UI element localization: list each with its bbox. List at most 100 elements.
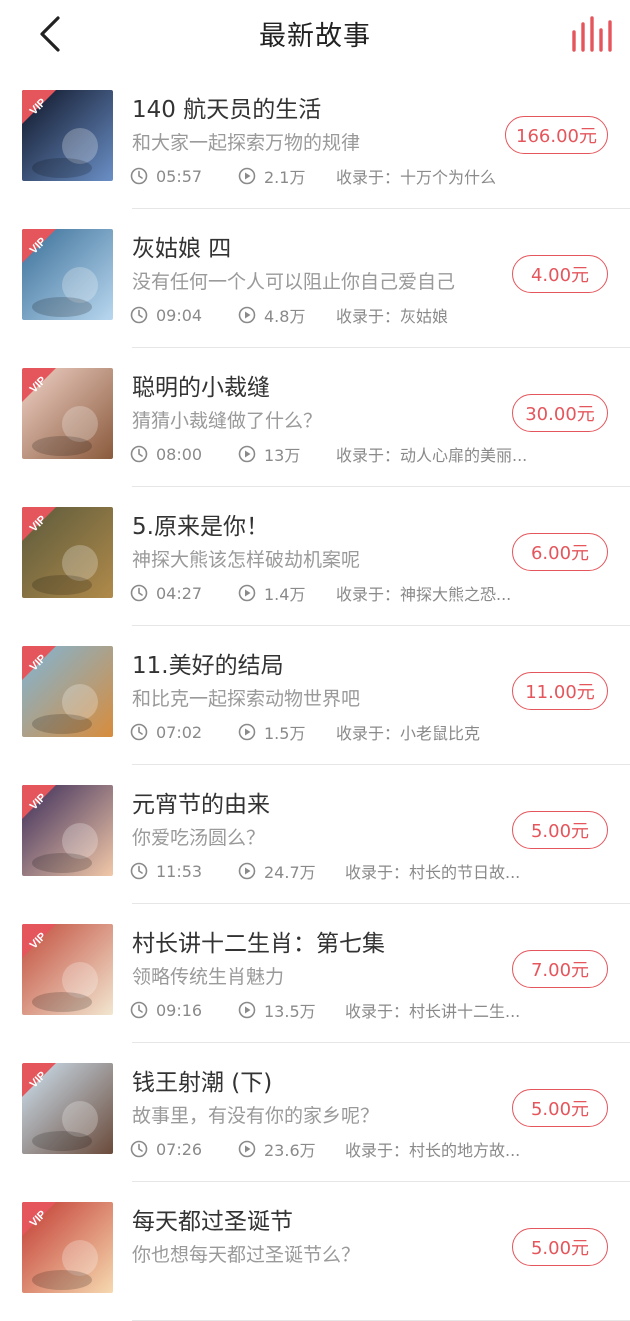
play-count: 24.7万 [238, 860, 316, 882]
story-cover-image: VIP [22, 90, 113, 181]
play-count: 13万 [238, 443, 300, 465]
story-list: VIP 140 航天员的生活 和大家一起探索万物的规律 05:57 2.1万 收 [0, 70, 630, 1321]
duration: 08:00 [130, 443, 202, 465]
price-button[interactable]: 4.00元 [512, 255, 608, 293]
story-title: 钱王射潮 (下) [132, 1070, 273, 1096]
page-title: 最新故事 [259, 21, 371, 52]
clock-icon [130, 862, 148, 880]
story-title: 聪明的小裁缝 [132, 375, 270, 401]
story-subtitle: 故事里，有没有你的家乡呢？ [132, 1105, 380, 1127]
story-subtitle: 你也想每天都过圣诞节么？ [132, 1244, 361, 1266]
duration: 09:16 [130, 999, 202, 1021]
play-count: 4.8万 [238, 304, 305, 326]
price-button[interactable]: 7.00元 [512, 950, 608, 988]
story-title: 村长讲十二生肖：第七集 [132, 931, 385, 957]
story-cover-image: VIP [22, 785, 113, 876]
play-circle-icon [238, 306, 256, 324]
play-circle-icon [238, 1140, 256, 1158]
collection-text[interactable]: 收录于：小老鼠比克 [336, 721, 480, 743]
story-list-item[interactable]: VIP 每天都过圣诞节 你也想每天都过圣诞节么？ 5.00元 [0, 1182, 630, 1321]
duration-text: 05:57 [156, 166, 203, 186]
story-list-item[interactable]: VIP 11.美好的结局 和比克一起探索动物世界吧 07:02 1.5万 收录于 [0, 626, 630, 765]
duration-text: 07:26 [156, 1139, 203, 1159]
collection-text[interactable]: 收录于：神探大熊之恐... [336, 582, 511, 604]
story-cover-image: VIP [22, 646, 113, 737]
story-list-item[interactable]: VIP 140 航天员的生活 和大家一起探索万物的规律 05:57 2.1万 收 [0, 70, 630, 209]
story-cover-image: VIP [22, 368, 113, 459]
collection-text[interactable]: 收录于：动人心扉的美丽... [336, 443, 527, 465]
duration: 04:27 [130, 582, 202, 604]
duration-text: 08:00 [156, 444, 203, 464]
play-count-text: 2.1万 [264, 168, 306, 187]
story-cover-image: VIP [22, 229, 113, 320]
equalizer-icon[interactable] [568, 16, 612, 54]
price-button[interactable]: 5.00元 [512, 1089, 608, 1127]
play-count-text: 1.4万 [264, 585, 306, 604]
price-button[interactable]: 30.00元 [512, 394, 608, 432]
story-subtitle: 和比克一起探索动物世界吧 [132, 688, 361, 710]
story-title: 灰姑娘 四 [132, 236, 232, 262]
story-title: 140 航天员的生活 [132, 97, 322, 123]
story-cover-image: VIP [22, 1063, 113, 1154]
story-list-item[interactable]: VIP 村长讲十二生肖：第七集 领略传统生肖魅力 09:16 13.5万 收录于 [0, 904, 630, 1043]
play-count-text: 13万 [264, 446, 301, 465]
clock-icon [130, 584, 148, 602]
duration: 05:57 [130, 165, 202, 187]
collection-text[interactable]: 收录于：灰姑娘 [336, 304, 448, 326]
clock-icon [130, 1140, 148, 1158]
play-count: 1.5万 [238, 721, 305, 743]
story-title: 5.原来是你！ [132, 514, 269, 540]
duration: 07:26 [130, 1138, 202, 1160]
duration: 09:04 [130, 304, 202, 326]
play-count-text: 24.7万 [264, 863, 316, 882]
collection-text[interactable]: 收录于：村长讲十二生... [345, 999, 520, 1021]
clock-icon [130, 1001, 148, 1019]
clock-icon [130, 167, 148, 185]
story-subtitle: 领略传统生肖魅力 [132, 966, 285, 988]
duration: 07:02 [130, 721, 202, 743]
play-count: 13.5万 [238, 999, 316, 1021]
story-subtitle: 没有任何一个人可以阻止你自己爱自己 [132, 271, 456, 293]
story-list-item[interactable]: VIP 钱王射潮 (下) 故事里，有没有你的家乡呢？ 07:26 23.6万 收 [0, 1043, 630, 1182]
collection-text[interactable]: 收录于：十万个为什么 [336, 165, 496, 187]
play-circle-icon [238, 445, 256, 463]
story-cover-image: VIP [22, 924, 113, 1015]
story-title: 11.美好的结局 [132, 653, 284, 679]
story-list-item[interactable]: VIP 元宵节的由来 你爱吃汤圆么？ 11:53 24.7万 收录于：村长的节日 [0, 765, 630, 904]
play-circle-icon [238, 167, 256, 185]
duration-text: 09:04 [156, 305, 203, 325]
price-button[interactable]: 5.00元 [512, 811, 608, 849]
play-count: 2.1万 [238, 165, 305, 187]
price-button[interactable]: 6.00元 [512, 533, 608, 571]
price-button[interactable]: 11.00元 [512, 672, 608, 710]
price-button[interactable]: 166.00元 [505, 116, 608, 154]
price-button[interactable]: 5.00元 [512, 1228, 608, 1266]
play-count: 23.6万 [238, 1138, 316, 1160]
collection-text[interactable]: 收录于：村长的地方故... [345, 1138, 520, 1160]
story-list-item[interactable]: VIP 5.原来是你！ 神探大熊该怎样破劫机案呢 04:27 1.4万 收录于： [0, 487, 630, 626]
story-list-item[interactable]: VIP 灰姑娘 四 没有任何一个人可以阻止你自己爱自己 09:04 4.8万 收 [0, 209, 630, 348]
play-circle-icon [238, 862, 256, 880]
clock-icon [130, 445, 148, 463]
duration-text: 07:02 [156, 722, 203, 742]
play-count-text: 23.6万 [264, 1141, 316, 1160]
story-title: 每天都过圣诞节 [132, 1209, 293, 1235]
play-circle-icon [238, 1001, 256, 1019]
clock-icon [130, 306, 148, 324]
play-count-text: 13.5万 [264, 1002, 316, 1021]
play-count-text: 1.5万 [264, 724, 306, 743]
clock-icon [130, 723, 148, 741]
play-circle-icon [238, 584, 256, 602]
play-count: 1.4万 [238, 582, 305, 604]
duration-text: 09:16 [156, 1000, 203, 1020]
story-title: 元宵节的由来 [132, 792, 270, 818]
duration-text: 11:53 [156, 861, 203, 881]
story-subtitle: 猜猜小裁缝做了什么？ [132, 410, 323, 432]
story-subtitle: 和大家一起探索万物的规律 [132, 132, 361, 154]
top-nav-bar: 最新故事 [0, 0, 630, 70]
duration-text: 04:27 [156, 583, 203, 603]
story-subtitle: 神探大熊该怎样破劫机案呢 [132, 549, 361, 571]
collection-text[interactable]: 收录于：村长的节日故... [345, 860, 520, 882]
story-list-item[interactable]: VIP 聪明的小裁缝 猜猜小裁缝做了什么？ 08:00 13万 收录于：动人心扉 [0, 348, 630, 487]
duration: 11:53 [130, 860, 202, 882]
